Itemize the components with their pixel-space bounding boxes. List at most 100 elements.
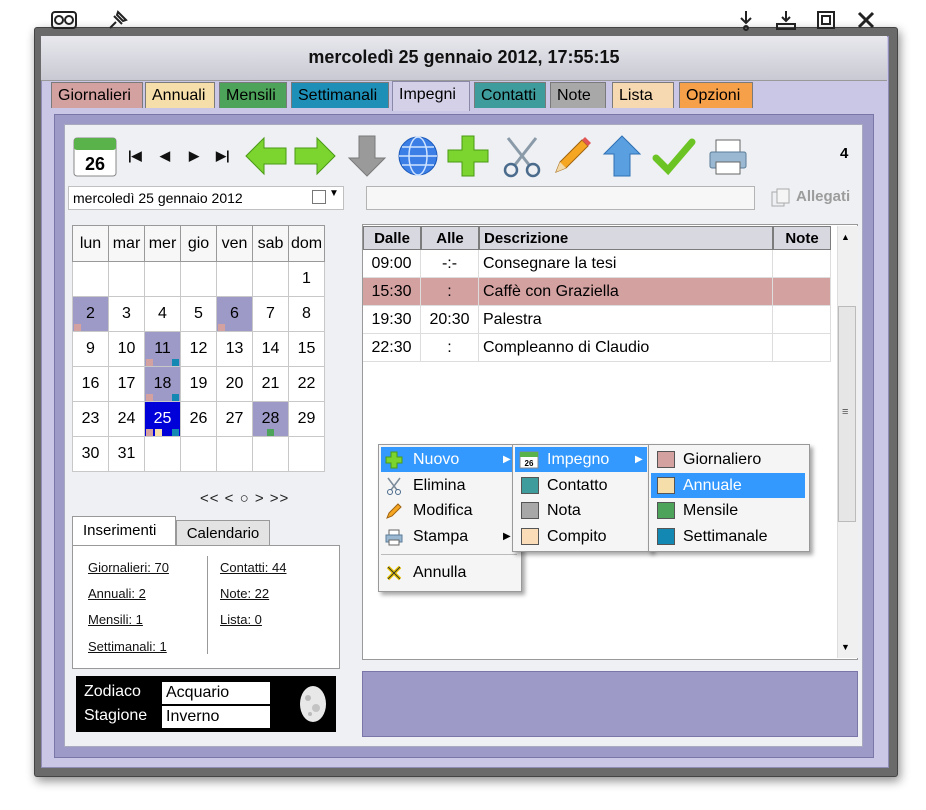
calendar-day[interactable] xyxy=(72,261,109,297)
menu-item-nota[interactable]: Nota xyxy=(515,498,647,523)
stat-lista[interactable]: Lista: 0 xyxy=(220,612,262,627)
prev-button[interactable]: ◀ xyxy=(160,148,170,164)
tab-contatti[interactable]: Contatti xyxy=(474,82,546,108)
calendar-day[interactable]: 19 xyxy=(180,366,217,402)
calendar-day[interactable]: 15 xyxy=(288,331,325,367)
calendar-day[interactable]: 18 xyxy=(144,366,181,402)
table-row-selected[interactable]: 15:30 : Caffè con Graziella xyxy=(363,278,831,306)
download-icon[interactable] xyxy=(732,8,760,34)
calendar-day[interactable] xyxy=(144,261,181,297)
check-icon[interactable] xyxy=(652,134,696,178)
calendar-day[interactable]: 16 xyxy=(72,366,109,402)
tab-calendario[interactable]: Calendario xyxy=(176,520,270,546)
calendar-day[interactable] xyxy=(180,436,217,472)
tab-opzioni[interactable]: Opzioni xyxy=(679,82,753,108)
tab-inserimenti[interactable]: Inserimenti xyxy=(72,516,176,546)
table-row[interactable]: 09:00 -:- Consegnare la tesi xyxy=(363,250,831,278)
menu-item-stampa[interactable]: Stampa ▶ xyxy=(381,524,517,549)
calendar-day[interactable]: 3 xyxy=(108,296,145,332)
column-dalle[interactable]: Dalle xyxy=(363,226,421,250)
table-row[interactable]: 19:30 20:30 Palestra xyxy=(363,306,831,334)
menu-item-contatto[interactable]: Contatto xyxy=(515,473,647,498)
menu-item-modifica[interactable]: Modifica xyxy=(381,498,517,523)
close-icon[interactable] xyxy=(852,8,880,34)
tab-note[interactable]: Note xyxy=(550,82,606,108)
calendar-day[interactable]: 9 xyxy=(72,331,109,367)
calendar-day[interactable]: 13 xyxy=(216,331,253,367)
minimize-icon[interactable] xyxy=(772,8,800,34)
calendar-day[interactable] xyxy=(144,436,181,472)
attachment-icon[interactable] xyxy=(770,188,792,212)
tab-impegni[interactable]: Impegni xyxy=(392,81,470,111)
down-arrow-icon[interactable] xyxy=(345,134,389,178)
scroll-down-icon[interactable]: ▼ xyxy=(841,642,850,652)
date-selector[interactable]: mercoledì 25 gennaio 2012 xyxy=(68,186,344,210)
menu-item-mensile[interactable]: Mensile xyxy=(651,498,805,523)
stat-mensili[interactable]: Mensili: 1 xyxy=(88,612,143,627)
menu-item-impegno[interactable]: 26 Impegno ▶ xyxy=(515,447,647,472)
tab-annuali[interactable]: Annuali xyxy=(145,82,215,108)
stat-settimanali[interactable]: Settimanali: 1 xyxy=(88,639,167,654)
menu-item-settimanale[interactable]: Settimanale xyxy=(651,524,805,549)
search-input[interactable] xyxy=(366,186,755,210)
calendar-day[interactable]: 1 xyxy=(288,261,325,297)
menu-item-annulla[interactable]: Annulla xyxy=(381,560,517,585)
calendar-day[interactable]: 4 xyxy=(144,296,181,332)
printer-icon[interactable] xyxy=(706,134,750,178)
pin-icon[interactable] xyxy=(104,8,132,34)
pencil-icon[interactable] xyxy=(550,134,594,178)
calendar-day[interactable]: 26 xyxy=(180,401,217,437)
calendar-day[interactable]: 8 xyxy=(288,296,325,332)
stat-annuali[interactable]: Annuali: 2 xyxy=(88,586,146,601)
calendar-day[interactable]: 5 xyxy=(180,296,217,332)
menu-item-nuovo[interactable]: Nuovo ▶ xyxy=(381,447,517,472)
tab-lista[interactable]: Lista xyxy=(612,82,674,108)
calendar-day[interactable] xyxy=(108,261,145,297)
calendar-day[interactable] xyxy=(216,261,253,297)
tab-settimanali[interactable]: Settimanali xyxy=(291,82,389,108)
calendar-day[interactable] xyxy=(216,436,253,472)
maximize-icon[interactable] xyxy=(812,8,840,34)
column-note[interactable]: Note xyxy=(773,226,831,250)
calendar-day[interactable]: 27 xyxy=(216,401,253,437)
globe-icon[interactable] xyxy=(396,134,440,178)
back-arrow-icon[interactable] xyxy=(244,134,288,178)
calendar-day[interactable]: 10 xyxy=(108,331,145,367)
calendar-day[interactable] xyxy=(252,436,289,472)
menu-item-giornaliero[interactable]: Giornaliero xyxy=(651,447,805,472)
calendar-day[interactable]: 28 xyxy=(252,401,289,437)
chevron-down-icon[interactable]: ▼ xyxy=(329,188,339,199)
calendar-day[interactable]: 21 xyxy=(252,366,289,402)
calendar-icon[interactable]: 26 xyxy=(72,134,118,178)
menu-item-annuale[interactable]: Annuale xyxy=(651,473,805,498)
calendar-day[interactable]: 7 xyxy=(252,296,289,332)
calendar-day[interactable] xyxy=(288,436,325,472)
menu-item-elimina[interactable]: Elimina xyxy=(381,473,517,498)
calendar-day[interactable]: 30 xyxy=(72,436,109,472)
calendar-day[interactable]: 17 xyxy=(108,366,145,402)
calendar-day[interactable]: 24 xyxy=(108,401,145,437)
tab-mensili[interactable]: Mensili xyxy=(219,82,287,108)
calendar-picker-icon[interactable] xyxy=(312,190,326,204)
calendar-day[interactable]: 11 xyxy=(144,331,181,367)
glasses-icon[interactable] xyxy=(50,8,78,34)
calendar-day[interactable]: 20 xyxy=(216,366,253,402)
calendar-day[interactable]: 12 xyxy=(180,331,217,367)
table-row[interactable]: 22:30 : Compleanno di Claudio xyxy=(363,334,831,362)
scissors-icon[interactable] xyxy=(500,134,544,178)
scroll-up-icon[interactable]: ▲ xyxy=(841,232,850,242)
first-button[interactable]: |◀ xyxy=(128,148,142,164)
stat-contatti[interactable]: Contatti: 44 xyxy=(220,560,287,575)
month-navigation[interactable]: << < ○ > >> xyxy=(200,490,289,507)
stat-note[interactable]: Note: 22 xyxy=(220,586,269,601)
next-button[interactable]: ▶ xyxy=(189,148,199,164)
calendar-day[interactable]: 22 xyxy=(288,366,325,402)
notes-area[interactable] xyxy=(362,671,858,737)
calendar-day[interactable] xyxy=(180,261,217,297)
calendar-day[interactable]: 6 xyxy=(216,296,253,332)
up-arrow-icon[interactable] xyxy=(600,134,644,178)
forward-arrow-icon[interactable] xyxy=(293,134,337,178)
calendar-day[interactable]: 14 xyxy=(252,331,289,367)
add-icon[interactable] xyxy=(446,134,490,178)
calendar-day[interactable]: 23 xyxy=(72,401,109,437)
